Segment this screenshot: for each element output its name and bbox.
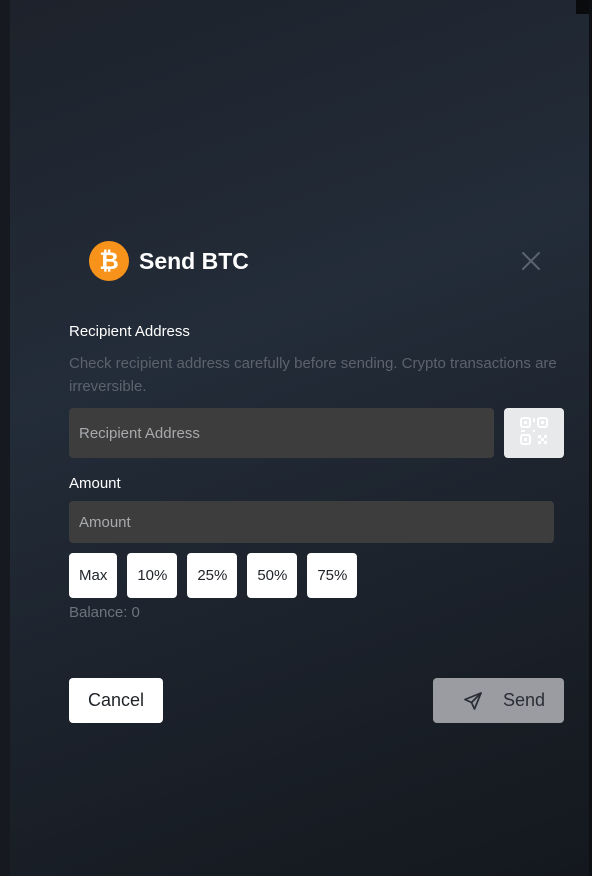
- scan-qr-button[interactable]: [504, 408, 564, 458]
- page-edge: [0, 0, 10, 876]
- cancel-button[interactable]: Cancel: [69, 678, 163, 723]
- amount-input[interactable]: [69, 501, 554, 543]
- svg-text:₿: ₿: [99, 247, 119, 275]
- dialog-header: ₿ Send BTC: [89, 241, 249, 281]
- close-icon[interactable]: [518, 248, 544, 274]
- preset-50-button[interactable]: 50%: [247, 553, 298, 598]
- recipient-address-input[interactable]: [69, 408, 494, 458]
- recipient-label: Recipient Address: [69, 323, 190, 340]
- send-button-label: Send: [503, 690, 546, 710]
- preset-max-button[interactable]: Max: [69, 553, 118, 598]
- send-button[interactable]: Send: [433, 678, 564, 723]
- send-icon: [463, 691, 483, 711]
- amount-label: Amount: [69, 475, 121, 492]
- preset-25-button[interactable]: 25%: [187, 553, 238, 598]
- preset-75-button[interactable]: 75%: [307, 553, 358, 598]
- balance-text: Balance: 0: [69, 604, 140, 621]
- dialog-title: Send BTC: [139, 247, 249, 274]
- preset-10-button[interactable]: 10%: [127, 553, 178, 598]
- amount-presets: Max 10% 25% 50% 75%: [69, 553, 358, 598]
- recipient-hint: Check recipient address carefully before…: [69, 355, 557, 395]
- qr-code-icon: [520, 416, 548, 450]
- bitcoin-icon: ₿: [89, 241, 129, 281]
- scrollbar-thumb[interactable]: [576, 0, 589, 14]
